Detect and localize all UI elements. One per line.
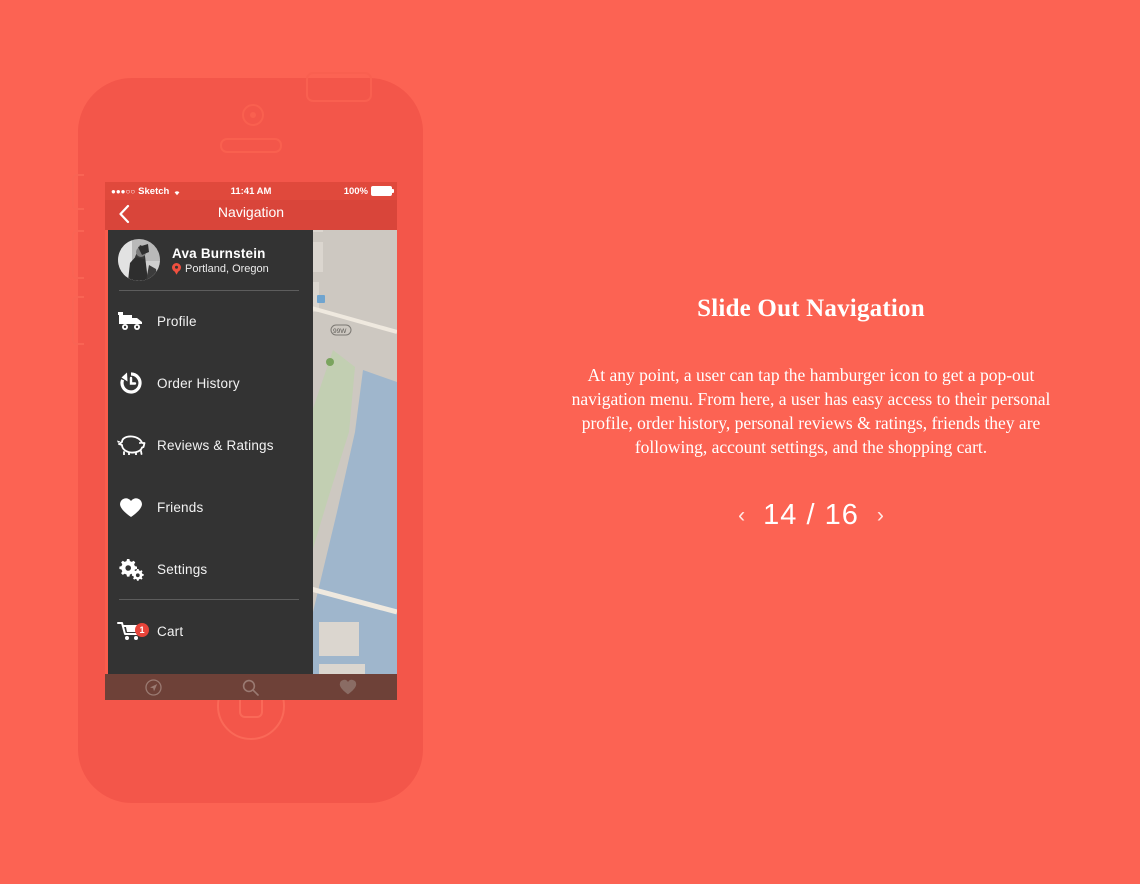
battery-full-icon	[371, 186, 394, 196]
wifi-icon	[174, 190, 180, 195]
tab-search[interactable]	[202, 679, 299, 696]
status-bar-battery-group: 100%	[343, 185, 394, 197]
delivery-truck-icon	[105, 311, 157, 331]
pig-icon	[105, 435, 157, 455]
heart-icon	[340, 679, 357, 695]
tab-favorites[interactable]	[300, 679, 397, 695]
phone-screen: NW Couch St and W Oak St SW 3rd Ave SW 2…	[105, 182, 397, 700]
gears-icon	[105, 557, 157, 581]
menu-item-friends[interactable]: Friends	[105, 476, 313, 538]
history-clock-icon	[105, 371, 157, 395]
phone-mute-switch[interactable]	[72, 174, 84, 210]
svg-text:99W: 99W	[333, 328, 347, 335]
menu-item-label: Reviews & Ratings	[157, 437, 274, 453]
phone-volume-up-button[interactable]	[72, 230, 84, 279]
front-camera	[241, 104, 264, 126]
earpiece-speaker	[219, 138, 282, 153]
menu-item-cart[interactable]: 1 Cart	[105, 600, 313, 662]
user-avatar-photo[interactable]	[118, 239, 160, 281]
cart-badge: 1	[135, 623, 149, 637]
navigate-arrow-icon	[145, 678, 162, 696]
profile-text: Ava Burnstein Portland, Oregon	[172, 246, 269, 275]
heart-icon	[105, 497, 157, 518]
signal-strength-dots: ●●●○○	[111, 186, 136, 196]
slide-description-panel: Slide Out Navigation At any point, a use…	[545, 295, 1077, 532]
prev-slide-button[interactable]: ‹	[734, 503, 749, 528]
tab-nearby[interactable]	[105, 678, 202, 696]
drawer-profile-row[interactable]: Ava Burnstein Portland, Oregon	[105, 230, 313, 290]
nav-bar: Navigation	[105, 200, 397, 230]
status-bar: 11:41 AM ●●●○○ Sketch 100%	[105, 182, 397, 200]
phone-power-button[interactable]	[306, 72, 372, 102]
pagination-control: ‹ 14 / 16 ›	[545, 499, 1077, 532]
menu-item-label: Cart	[157, 623, 184, 639]
menu-item-label: Friends	[157, 499, 204, 515]
menu-item-label: Order History	[157, 375, 240, 391]
drawer-divider-bottom	[119, 599, 299, 600]
slide-out-drawer: Ava Burnstein Portland, Oregon Profile O…	[105, 230, 313, 674]
menu-item-order-history[interactable]: Order History	[105, 352, 313, 414]
status-bar-carrier-group: ●●●○○ Sketch	[111, 186, 182, 197]
profile-location-row: Portland, Oregon	[172, 262, 269, 275]
phone-mockup: NW Couch St and W Oak St SW 3rd Ave SW 2…	[72, 72, 423, 803]
phone-volume-down-button[interactable]	[72, 296, 84, 345]
drawer-menu-list: Profile Order History Reviews & Ratings …	[105, 290, 313, 662]
next-slide-button[interactable]: ›	[873, 503, 888, 528]
profile-name: Ava Burnstein	[172, 245, 266, 261]
profile-location: Portland, Oregon	[185, 262, 269, 275]
menu-item-reviews-ratings[interactable]: Reviews & Ratings	[105, 414, 313, 476]
page-title: Navigation	[217, 204, 285, 220]
menu-item-settings[interactable]: Settings	[105, 538, 313, 600]
battery-percent: 100%	[343, 185, 368, 197]
menu-item-label: Profile	[157, 313, 197, 329]
shopping-cart-icon: 1	[105, 620, 157, 642]
slide-description: At any point, a user can tap the hamburg…	[571, 365, 1051, 457]
menu-item-label: Settings	[157, 561, 208, 577]
slide-title: Slide Out Navigation	[697, 295, 925, 322]
search-icon	[243, 679, 260, 696]
tab-bar	[105, 674, 397, 700]
map-pin-icon	[172, 262, 181, 275]
pagination-count: 14 / 16	[763, 499, 859, 531]
carrier-name: Sketch	[138, 185, 170, 197]
menu-item-profile[interactable]: Profile	[105, 290, 313, 352]
